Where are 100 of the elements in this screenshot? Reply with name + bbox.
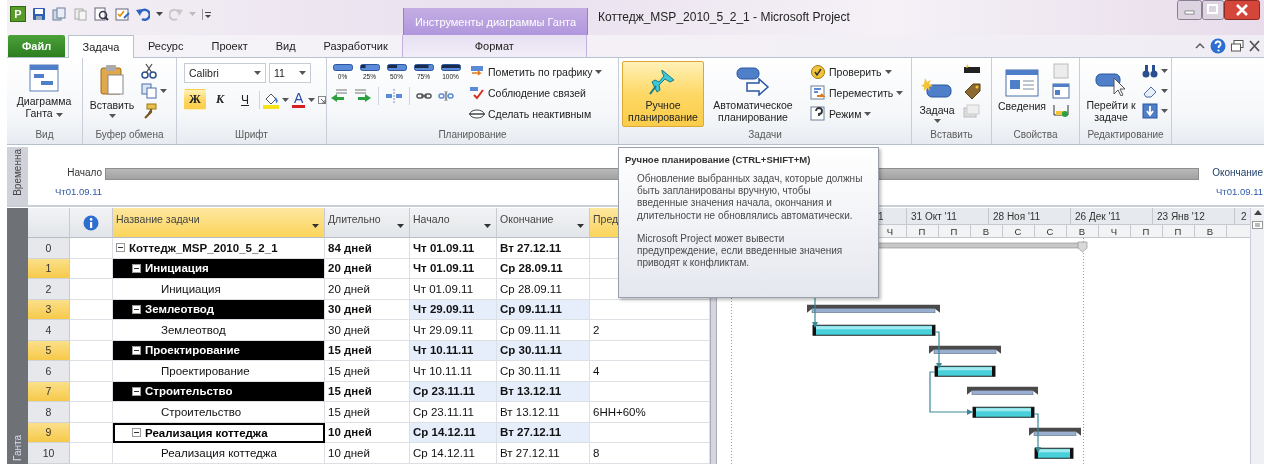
collapse-icon[interactable] (116, 243, 125, 253)
table-cell: 6НН+60% (590, 402, 710, 423)
minimize-icon[interactable] (1177, 0, 1202, 20)
scroll-up-icon[interactable] (1253, 210, 1262, 215)
row-number[interactable]: 8 (28, 402, 70, 423)
group-label: Свойства (1012, 129, 1059, 142)
collapse-icon[interactable] (132, 428, 141, 438)
indicator-column-header[interactable] (70, 208, 113, 238)
schedule-mode-button[interactable]: Автоматическое планирование (707, 61, 799, 127)
information-button[interactable]: Сведения (995, 61, 1049, 127)
timescale-label: 23 Янв '12 (1157, 211, 1205, 222)
column-header[interactable]: Длительно (325, 208, 410, 238)
table-cell: 2 (590, 320, 710, 341)
help-icon[interactable] (1210, 38, 1226, 54)
command-button[interactable]: Соблюдение связей (469, 84, 603, 102)
close-icon[interactable] (1224, 0, 1260, 20)
tab[interactable]: Задача (68, 35, 134, 58)
row-number[interactable]: 4 (28, 320, 70, 341)
task-pointer-icon (1094, 70, 1128, 96)
unlink-icon[interactable] (438, 88, 454, 104)
task-name: Землеотвод (145, 303, 214, 316)
binoculars-icon[interactable] (1142, 63, 1158, 79)
timescale-label: Ч (1110, 226, 1118, 237)
row-number[interactable]: 0 (28, 238, 70, 259)
row-number[interactable]: 6 (28, 361, 70, 382)
caret-icon (189, 11, 196, 16)
italic-button[interactable]: К (209, 89, 231, 110)
dialog-launcher-icon[interactable] (318, 95, 327, 104)
scrollbar[interactable] (1250, 208, 1264, 464)
table-cell: 20 дней (325, 258, 410, 279)
row-number[interactable]: 7 (28, 381, 70, 402)
documents-icon[interactable] (52, 6, 67, 21)
collapse-icon[interactable] (132, 345, 141, 355)
paste-button[interactable]: Вставить (86, 61, 138, 129)
row-number[interactable]: 1 (28, 258, 70, 279)
ribbon-collapse-icon[interactable] (1195, 42, 1205, 50)
command-button[interactable]: Проверить (810, 63, 904, 81)
row-number[interactable]: 9 (28, 422, 70, 443)
column-header[interactable]: Окончание (497, 208, 590, 238)
command-button[interactable]: Переместить (810, 84, 904, 102)
table-cell: Ср 23.11.11 (410, 402, 497, 423)
start-date: Чт01.09.11 (55, 186, 102, 197)
tab[interactable]: Файл (8, 35, 65, 57)
details-icon[interactable] (1052, 83, 1070, 99)
row-number[interactable]: 2 (28, 279, 70, 300)
outdent-icon[interactable] (330, 88, 348, 104)
close-icon[interactable] (1249, 40, 1260, 52)
font-size-field[interactable]: 11 (269, 63, 311, 83)
task-name: Проектирование (161, 364, 250, 377)
scroll-thumb-icon[interactable] (1252, 221, 1263, 229)
undo-icon[interactable] (136, 6, 150, 21)
tag-icon[interactable] (962, 83, 982, 99)
fill-down-icon[interactable] (1142, 103, 1158, 119)
collapse-icon[interactable] (132, 263, 141, 273)
insert-task-button[interactable]: Задача (915, 61, 959, 127)
caret-icon (312, 224, 319, 228)
tab[interactable]: Формат (401, 35, 587, 57)
scissors-icon[interactable] (141, 63, 157, 79)
command-button[interactable]: Режим (810, 105, 904, 123)
end-date: Чт01.09.11 (1216, 186, 1263, 197)
gantt-chart-button[interactable]: Диаграмма Ганта (10, 61, 78, 129)
checklist-icon[interactable] (115, 6, 130, 21)
timeline-icon[interactable] (1052, 103, 1070, 119)
customize-icon[interactable] (202, 6, 211, 21)
table-cell: 84 дней (325, 238, 410, 259)
timescale-label: П (1142, 226, 1150, 237)
tab[interactable]: Ресурс (134, 35, 198, 57)
collapse-icon[interactable] (132, 386, 141, 396)
row-number[interactable]: 3 (28, 299, 70, 320)
tab[interactable]: Разработчик (309, 35, 402, 57)
row-number[interactable]: 10 (28, 443, 70, 464)
underline-button[interactable]: Ч (234, 89, 256, 110)
group-label: Вставить (929, 129, 974, 142)
command-button[interactable]: Сделать неактивным (469, 105, 603, 123)
bold-button[interactable]: Ж (184, 89, 206, 110)
tab[interactable]: Проект (197, 35, 262, 57)
side-label: Временна (12, 149, 23, 196)
timescale-label: В (1078, 226, 1086, 237)
go-to-task-button[interactable]: Перейти к задаче (1083, 61, 1139, 127)
group-label: Шрифт (234, 129, 269, 142)
command-button[interactable]: Пометить по графику (469, 63, 603, 81)
font-color-button[interactable]: A (292, 91, 306, 108)
table-cell: Ср 30.11.11 (497, 361, 590, 382)
restore-icon[interactable] (1231, 40, 1244, 52)
indent-icon[interactable] (354, 88, 372, 104)
window-title: Коттедж_MSP_2010_5_2_1 - Microsoft Project (597, 9, 851, 26)
split-task-icon[interactable] (385, 88, 403, 104)
table-cell: Вт 13.12.11 (497, 381, 590, 402)
caret-icon (864, 112, 872, 116)
maximize-icon[interactable] (1202, 0, 1224, 20)
tab[interactable]: Вид (261, 35, 310, 57)
column-header[interactable]: Название задачи (113, 208, 325, 238)
column-header[interactable]: Начало (410, 208, 497, 238)
row-number[interactable]: 5 (28, 340, 70, 361)
collapse-icon[interactable] (132, 304, 141, 314)
font-name-field[interactable]: Calibri (184, 63, 266, 83)
schedule-mode-button[interactable]: Ручное планирование (622, 61, 704, 127)
timescale-label: В (1206, 226, 1214, 237)
side-label: Ганта (12, 435, 23, 461)
magnifier-page-icon[interactable] (94, 6, 109, 21)
